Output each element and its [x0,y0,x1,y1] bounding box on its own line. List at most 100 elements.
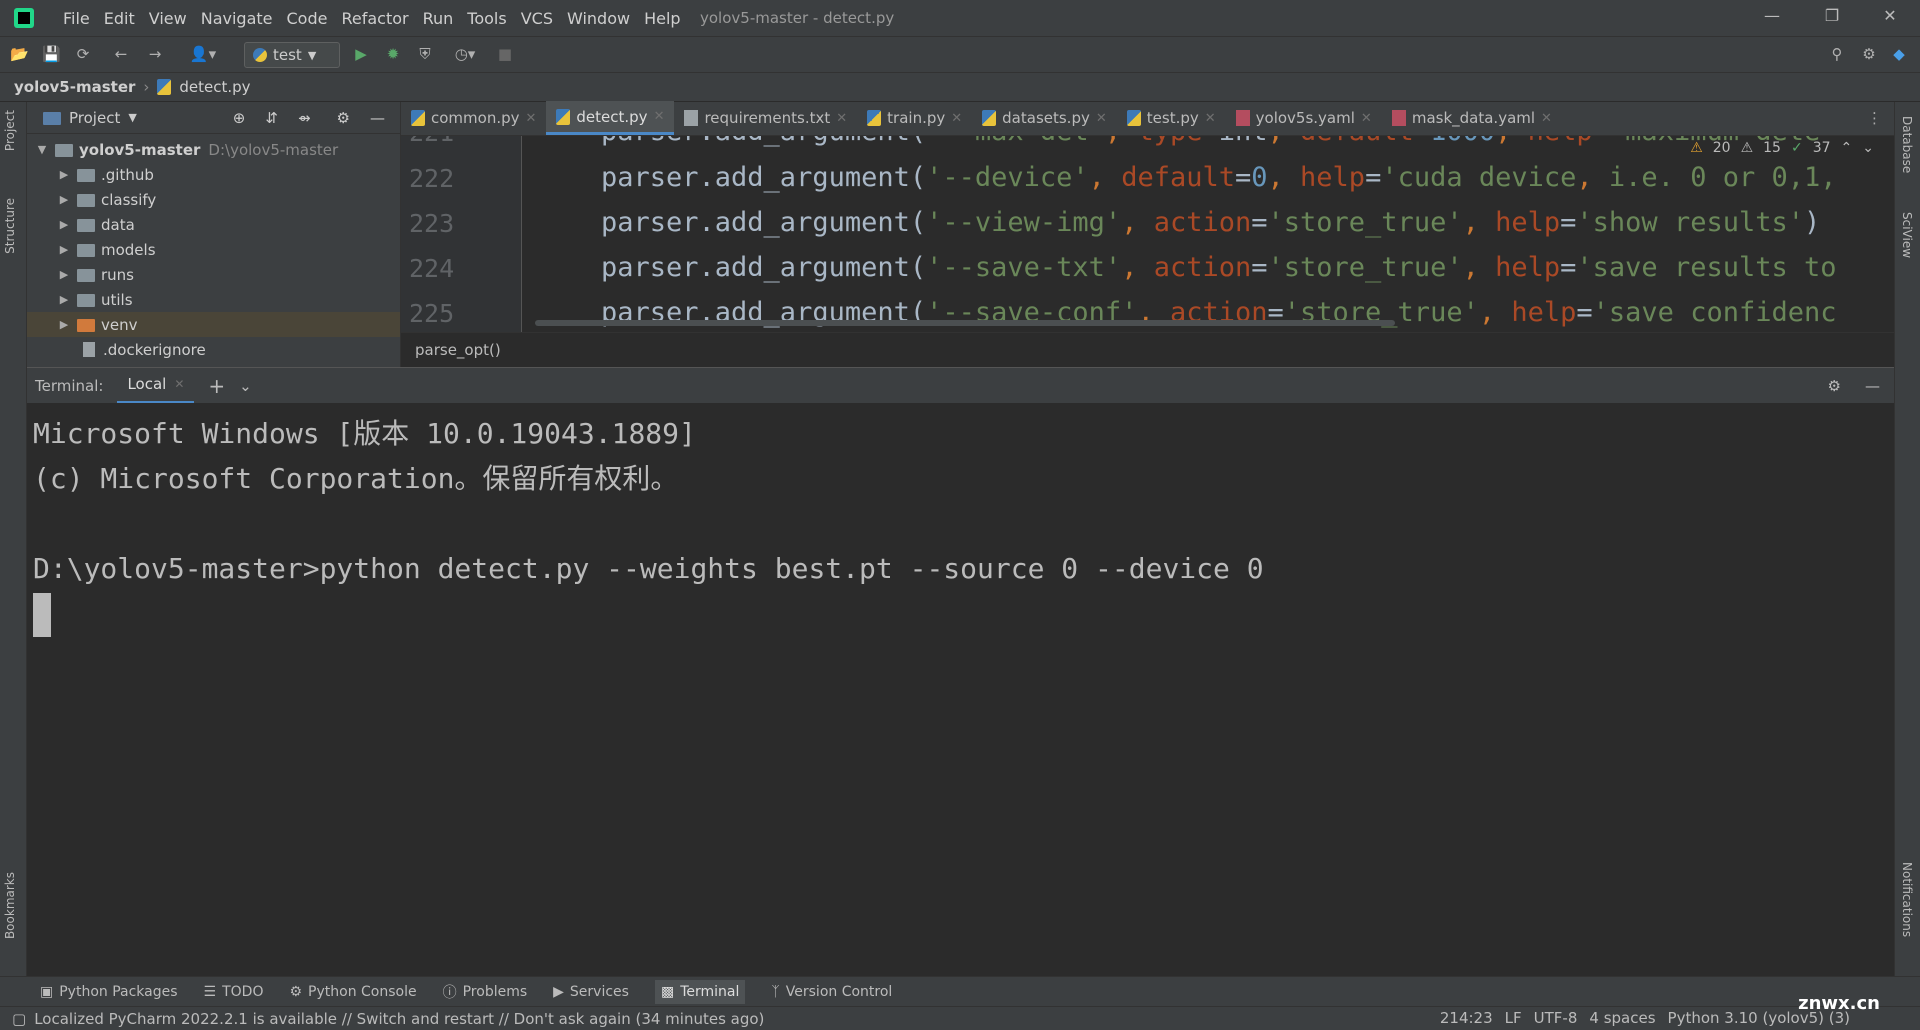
forward-icon[interactable]: → [146,45,164,63]
tab-mask-data-yaml[interactable]: mask_data.yaml ✕ [1382,101,1562,135]
close-icon[interactable]: ✕ [1878,6,1902,28]
menu-view[interactable]: View [142,9,194,28]
close-icon[interactable]: ✕ [951,111,962,126]
menu-help[interactable]: Help [637,9,687,28]
tab-train-py[interactable]: train.py ✕ [857,101,972,135]
code-editor[interactable]: 221 222 223 224 225 parser.add_argument(… [401,136,1894,332]
hide-icon[interactable]: — [370,109,385,127]
minimize-icon[interactable]: — [1760,6,1784,28]
chevron-down-icon[interactable]: ⌄ [239,377,252,395]
menu-vcs[interactable]: VCS [514,9,560,28]
breadcrumb-project[interactable]: yolov5-master [14,78,135,96]
close-icon[interactable]: ✕ [174,377,184,391]
file-encoding[interactable]: UTF-8 [1534,1009,1578,1027]
menu-window[interactable]: Window [560,9,637,28]
run-config-select[interactable]: test ▼ [244,42,340,68]
chevron-right-icon[interactable]: ▶ [57,218,71,231]
profile-icon[interactable]: ◷▾ [448,45,482,63]
close-icon[interactable]: ✕ [1096,111,1107,126]
user-icon[interactable]: 👤▾ [188,45,218,63]
tab-test-py[interactable]: test.py ✕ [1117,101,1226,135]
restore-icon[interactable]: ❐ [1820,6,1844,28]
search-icon[interactable]: ⚲ [1828,45,1846,63]
tool-todo[interactable]: ☰ TODO [204,984,264,1000]
chevron-right-icon[interactable]: ▶ [57,243,71,256]
tool-python-packages[interactable]: ▣ Python Packages [40,984,178,1000]
chevron-up-icon[interactable]: ⌃ [1841,140,1853,156]
close-icon[interactable]: ✕ [1205,111,1216,126]
caret-position[interactable]: 214:23 [1440,1009,1493,1027]
sync-icon[interactable]: ⟳ [74,45,92,63]
menu-refactor[interactable]: Refactor [334,9,415,28]
close-icon[interactable]: ✕ [654,109,665,124]
gear-icon[interactable]: ⚙ [1860,45,1878,63]
tool-version-control[interactable]: ᛉ Version Control [771,984,892,1000]
tree-item-github[interactable]: ▶ .github [27,162,400,187]
menu-navigate[interactable]: Navigate [194,9,280,28]
chevron-down-icon[interactable]: ▼ [35,143,49,156]
tree-item-classify[interactable]: ▶ classify [27,187,400,212]
tree-root[interactable]: ▼ yolov5-master D:\yolov5-master [27,137,400,162]
horizontal-scrollbar[interactable] [535,320,1395,326]
menu-edit[interactable]: Edit [97,9,142,28]
expand-all-icon[interactable]: ⇵ [265,109,278,127]
breadcrumb-file[interactable]: detect.py [179,78,250,96]
tree-item-data[interactable]: ▶ data [27,212,400,237]
run-icon[interactable]: ▶ [352,45,370,63]
tree-item-runs[interactable]: ▶ runs [27,262,400,287]
menu-run[interactable]: Run [416,9,461,28]
gear-icon[interactable]: ⚙ [337,109,350,127]
indent-setting[interactable]: 4 spaces [1589,1009,1655,1027]
stripe-project[interactable]: Project [3,110,17,151]
layout-icon[interactable]: ▢ [12,1010,26,1028]
close-icon[interactable]: ✕ [526,111,537,126]
close-icon[interactable]: ✕ [1541,111,1552,126]
stripe-sciview[interactable]: SciView [1900,212,1914,258]
chevron-right-icon[interactable]: ▶ [57,293,71,306]
stripe-database[interactable]: Database [1900,116,1914,173]
tool-problems[interactable]: ⓘ Problems [443,982,528,1002]
chevron-down-icon[interactable]: ▼ [128,111,136,124]
status-message[interactable]: Localized PyCharm 2022.2.1 is available … [34,1010,764,1028]
menu-tools[interactable]: Tools [460,9,513,28]
terminal-tab-local[interactable]: Local ✕ [117,368,195,404]
chevron-down-icon[interactable]: ⌄ [1862,140,1874,156]
chevron-right-icon[interactable]: ▶ [57,193,71,206]
tab-common-py[interactable]: common.py ✕ [401,101,546,135]
jetbrains-icon[interactable]: ◆ [1890,45,1908,63]
tab-requirements-txt[interactable]: requirements.txt ✕ [674,101,857,135]
chevron-right-icon[interactable]: ▶ [57,268,71,281]
save-all-icon[interactable]: 💾 [42,45,61,63]
chevron-right-icon[interactable]: ▶ [57,168,71,181]
stripe-structure[interactable]: Structure [3,198,17,254]
tab-datasets-py[interactable]: datasets.py ✕ [972,101,1117,135]
tree-item-utils[interactable]: ▶ utils [27,287,400,312]
menu-code[interactable]: Code [280,9,335,28]
tool-python-console[interactable]: ⚙ Python Console [289,984,416,1000]
tab-detect-py[interactable]: detect.py ✕ [546,101,675,135]
open-folder-icon[interactable]: 📂 [10,45,29,63]
function-crumb[interactable]: parse_opt() [415,341,501,359]
stripe-bookmarks[interactable]: Bookmarks [3,872,17,939]
stop-icon[interactable]: ■ [496,45,514,63]
stripe-notifications[interactable]: Notifications [1900,862,1914,937]
debug-icon[interactable]: ✹ [384,45,402,63]
collapse-all-icon[interactable]: ⇴ [298,109,311,127]
tree-item-dockerignore[interactable]: .dockerignore [27,337,400,362]
gear-icon[interactable]: ⚙ [1828,377,1841,395]
project-view-select[interactable]: Project [69,109,120,127]
menu-file[interactable]: File [56,9,97,28]
inspection-widget[interactable]: ⚠ 20 ⚠ 15 ✓ 37 ⌃ ⌄ [1690,140,1874,156]
coverage-icon[interactable]: ⛨ [416,45,434,63]
tool-services[interactable]: ▶ Services [553,984,629,1000]
hide-icon[interactable]: — [1865,377,1880,395]
tree-item-models[interactable]: ▶ models [27,237,400,262]
line-separator[interactable]: LF [1505,1009,1522,1027]
more-tabs-icon[interactable]: ⋮ [1855,109,1894,135]
add-icon[interactable]: + [208,374,225,398]
close-icon[interactable]: ✕ [836,111,847,126]
tool-terminal[interactable]: ▩ Terminal [654,979,746,1004]
close-icon[interactable]: ✕ [1361,111,1372,126]
tree-item-venv[interactable]: ▶ venv [27,312,400,337]
chevron-right-icon[interactable]: ▶ [57,318,71,331]
